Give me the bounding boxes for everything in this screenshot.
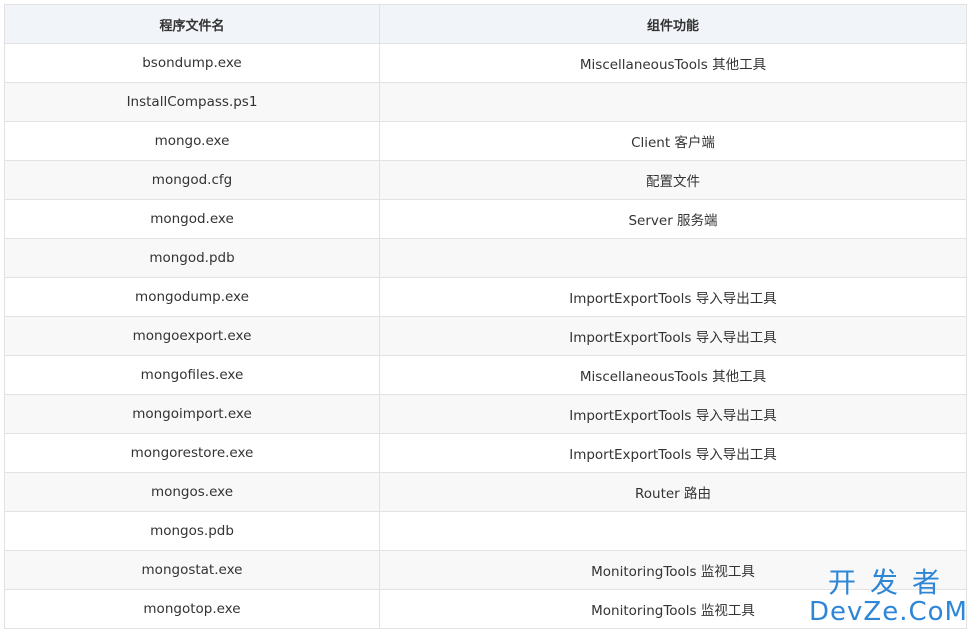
cell-filename: mongostat.exe	[4, 550, 380, 590]
table-row: mongos.exe Router 路由	[4, 472, 967, 512]
cell-function: Client 客户端	[379, 121, 967, 161]
cell-filename: mongofiles.exe	[4, 355, 380, 395]
table-row: InstallCompass.ps1	[4, 82, 967, 122]
cell-filename: InstallCompass.ps1	[4, 82, 380, 122]
cell-function: Router 路由	[379, 472, 967, 512]
column-header-function: 组件功能	[379, 4, 967, 44]
cell-filename: mongoimport.exe	[4, 394, 380, 434]
cell-function: 配置文件	[379, 160, 967, 200]
table-row: mongod.pdb	[4, 238, 967, 278]
cell-function: ImportExportTools 导入导出工具	[379, 394, 967, 434]
watermark-chinese: 开发者	[827, 566, 954, 599]
table-row: mongo.exe Client 客户端	[4, 121, 967, 161]
table-row: mongofiles.exe MiscellaneousTools 其他工具	[4, 355, 967, 395]
cell-function	[379, 511, 967, 551]
cell-filename: mongodump.exe	[4, 277, 380, 317]
table-row: mongod.exe Server 服务端	[4, 199, 967, 239]
cell-filename: mongotop.exe	[4, 589, 380, 629]
cell-filename: mongos.pdb	[4, 511, 380, 551]
cell-function: ImportExportTools 导入导出工具	[379, 277, 967, 317]
table-header-row: 程序文件名 组件功能	[4, 4, 967, 44]
table-row: mongod.cfg 配置文件	[4, 160, 967, 200]
cell-filename: mongoexport.exe	[4, 316, 380, 356]
column-header-filename: 程序文件名	[4, 4, 380, 44]
cell-function: Server 服务端	[379, 199, 967, 239]
table-row: mongoimport.exe ImportExportTools 导入导出工具	[4, 394, 967, 434]
table-row: mongorestore.exe ImportExportTools 导入导出工具	[4, 433, 967, 473]
cell-function	[379, 82, 967, 122]
table-row: mongodump.exe ImportExportTools 导入导出工具	[4, 277, 967, 317]
cell-function	[379, 238, 967, 278]
site-watermark: 开发者 DevZe.CoM	[809, 568, 968, 627]
cell-function: MiscellaneousTools 其他工具	[379, 355, 967, 395]
table-row: bsondump.exe MiscellaneousTools 其他工具	[4, 43, 967, 83]
cell-filename: mongos.exe	[4, 472, 380, 512]
cell-filename: mongod.exe	[4, 199, 380, 239]
table-body: bsondump.exe MiscellaneousTools 其他工具 Insta…	[4, 43, 967, 629]
table-row: mongoexport.exe ImportExportTools 导入导出工具	[4, 316, 967, 356]
cell-function: ImportExportTools 导入导出工具	[379, 316, 967, 356]
cell-function: ImportExportTools 导入导出工具	[379, 433, 967, 473]
cell-filename: mongo.exe	[4, 121, 380, 161]
cell-function: MiscellaneousTools 其他工具	[379, 43, 967, 83]
cell-filename: mongod.cfg	[4, 160, 380, 200]
cell-filename: mongorestore.exe	[4, 433, 380, 473]
file-component-table: 程序文件名 组件功能 bsondump.exe MiscellaneousTool…	[4, 4, 967, 629]
cell-filename: bsondump.exe	[4, 43, 380, 83]
watermark-english: DevZe.CoM	[809, 597, 968, 627]
table-row: mongos.pdb	[4, 511, 967, 551]
cell-filename: mongod.pdb	[4, 238, 380, 278]
